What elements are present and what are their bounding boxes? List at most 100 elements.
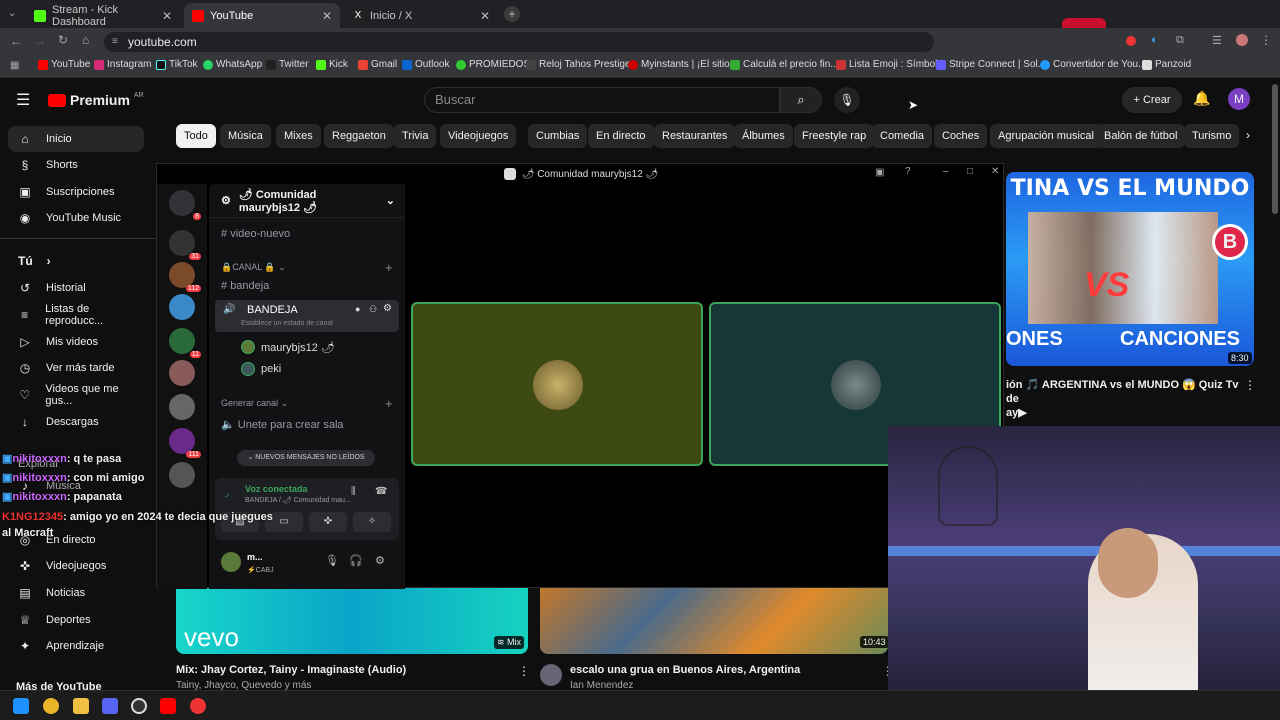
sidebar-item-listas[interactable]: ≡ Listas de reproducc... bbox=[8, 302, 144, 328]
sidebar-item-historial[interactable]: ↺ Historial bbox=[8, 275, 144, 301]
channel-video-nuevo[interactable]: # video-nuevo bbox=[221, 228, 290, 240]
bookmark-kick[interactable]: Kick bbox=[316, 59, 348, 70]
bookmark-myinstants[interactable]: Myinstants | ¡El sitio... bbox=[628, 59, 738, 70]
soundboard-button[interactable]: ✧ bbox=[353, 512, 391, 532]
sidebar-item-inicio[interactable]: ⌂ Inicio bbox=[8, 126, 144, 152]
tab-youtube[interactable]: YouTube ✕ bbox=[184, 3, 340, 28]
bookmark-twitter[interactable]: Twitter bbox=[266, 59, 308, 70]
disconnect-icon[interactable]: ☎ bbox=[375, 486, 387, 497]
new-tab-plus-icon[interactable]: + bbox=[504, 6, 520, 22]
voice-tile-maurybjs12[interactable] bbox=[411, 302, 703, 466]
chip-trivia[interactable]: Trivia bbox=[394, 124, 437, 148]
menu-kebab-icon[interactable]: ⋮ bbox=[1260, 33, 1272, 47]
category-generar[interactable]: Generar canal ⌄ bbox=[221, 398, 288, 409]
headphones-icon[interactable]: 🎧 bbox=[349, 554, 363, 567]
search-button[interactable]: ⌕ bbox=[780, 87, 822, 113]
home-icon[interactable]: ⌂ bbox=[82, 33, 89, 47]
bookmark-gmail[interactable]: Gmail bbox=[358, 59, 397, 70]
extension-audio-icon[interactable]: ◖ bbox=[1150, 34, 1157, 46]
signal-icon[interactable]: ◞ bbox=[225, 488, 229, 499]
hamburger-menu-icon[interactable]: ☰ bbox=[16, 90, 30, 110]
bookmark-youtube[interactable]: YouTube bbox=[38, 59, 90, 70]
voice-member[interactable]: peki bbox=[241, 362, 281, 376]
avatar[interactable]: M bbox=[1228, 88, 1250, 110]
microphone-icon[interactable]: 🎙 bbox=[325, 554, 339, 567]
chip-en-directo[interactable]: En directo bbox=[588, 124, 654, 148]
back-arrow-icon[interactable]: ← bbox=[10, 34, 22, 48]
forward-arrow-icon[interactable]: → bbox=[34, 34, 46, 48]
site-info-icon[interactable]: ≡ bbox=[112, 32, 118, 52]
chip-reggaeton[interactable]: Reggaeton bbox=[324, 124, 394, 148]
noise-suppression-icon[interactable]: ⫼ bbox=[351, 486, 356, 497]
minimize-icon[interactable]: – bbox=[943, 166, 949, 177]
close-icon[interactable]: ✕ bbox=[162, 9, 172, 23]
chip-cumbias[interactable]: Cumbias bbox=[528, 124, 588, 148]
sidebar-you-header[interactable]: Tú › bbox=[8, 248, 144, 274]
gear-icon[interactable]: ⚙ bbox=[375, 554, 385, 567]
channel-bandeja[interactable]: # bandeja bbox=[221, 280, 269, 292]
chip-coches[interactable]: Coches bbox=[934, 124, 988, 148]
bookmark-outlook[interactable]: Outlook bbox=[402, 59, 449, 70]
bookmark-convertidor[interactable]: Convertidor de You... bbox=[1040, 59, 1146, 70]
maximize-icon[interactable]: □ bbox=[967, 166, 973, 177]
add-channel-plus-icon[interactable]: + bbox=[385, 396, 393, 411]
bookmark-emoji[interactable]: Lista Emoji : Símbol... bbox=[836, 59, 946, 70]
server-header[interactable]: ⚙ 🌶 Comunidad maurybjs12 🌶 ⌄ bbox=[209, 184, 405, 218]
chip-restaurantes[interactable]: Restaurantes bbox=[654, 124, 736, 148]
bookmark-stripe[interactable]: Stripe Connect | Sol... bbox=[936, 59, 1046, 70]
unread-messages-pill[interactable]: ⌄ NUEVOS MENSAJES NO LEÍDOS bbox=[237, 450, 375, 466]
video-title[interactable]: Mix: Jhay Cortez, Tainy - Imaginaste (Au… bbox=[176, 664, 516, 676]
video-menu-kebab-icon[interactable]: ⋮ bbox=[1244, 378, 1256, 392]
address-bar[interactable]: ≡ youtube.com bbox=[104, 32, 934, 52]
add-member-icon[interactable]: ⚇ bbox=[369, 304, 377, 315]
video-thumbnail[interactable]: vevo ≋ Mix bbox=[176, 588, 528, 654]
close-icon[interactable]: ✕ bbox=[991, 166, 999, 177]
channel-avatar[interactable] bbox=[540, 664, 562, 686]
bookmark-promiedos[interactable]: PROMIEDOS bbox=[456, 59, 530, 70]
sidebar-item-me-gusta[interactable]: ♡ Videos que me gus... bbox=[8, 382, 144, 408]
bookmark-instagram[interactable]: Instagram bbox=[94, 59, 151, 70]
sidebar-item-youtube-music[interactable]: ◉ YouTube Music bbox=[8, 205, 144, 231]
obs-icon[interactable] bbox=[131, 698, 147, 714]
apps-grid-icon[interactable]: ▦ bbox=[10, 60, 19, 71]
close-icon[interactable]: ✕ bbox=[480, 9, 490, 23]
chip-balon-de-futbol[interactable]: Balón de fútbol bbox=[1096, 124, 1186, 148]
tab-list-chevron-icon[interactable]: ⌄ bbox=[8, 8, 16, 19]
help-icon[interactable]: ? bbox=[905, 166, 911, 177]
youtube-logo[interactable]: Premium AR bbox=[48, 92, 144, 108]
sidebar-item-ver-mas-tarde[interactable]: ◷ Ver más tarde bbox=[8, 355, 144, 381]
bookmark-reloj[interactable]: Reloj Tahos Prestige... bbox=[526, 59, 639, 70]
reading-list-icon[interactable]: ☰ bbox=[1212, 34, 1222, 47]
create-button[interactable]: + Crear bbox=[1122, 87, 1182, 113]
sidebar-item-videojuegos[interactable]: ✜ Videojuegos bbox=[8, 553, 144, 579]
folder-icon[interactable] bbox=[73, 698, 89, 714]
windows-icon[interactable] bbox=[13, 698, 29, 714]
server-icon[interactable] bbox=[169, 394, 195, 420]
video-thumbnail[interactable]: 10:43 bbox=[540, 588, 888, 654]
sidebar-item-suscripciones[interactable]: ▣ Suscripciones bbox=[8, 179, 144, 205]
profile-icon[interactable] bbox=[1236, 34, 1248, 46]
server-icon[interactable] bbox=[169, 360, 195, 386]
discord-home-icon[interactable]: 8 bbox=[169, 190, 201, 220]
video-thumbnail[interactable]: TINA VS EL MUNDO VS B ONES CANCIONES 8:3… bbox=[1006, 172, 1254, 366]
server-icon[interactable]: 112 bbox=[169, 262, 201, 292]
category-canal[interactable]: 🔒CANAL 🔒 ⌄ bbox=[221, 262, 286, 273]
video-menu-kebab-icon[interactable]: ⋮ bbox=[518, 664, 530, 678]
server-icon[interactable]: 11 bbox=[169, 328, 201, 358]
bookmark-whatsapp[interactable]: WhatsApp bbox=[203, 59, 262, 70]
extensions-puzzle-icon[interactable]: ⧉ bbox=[1176, 34, 1184, 47]
bell-icon[interactable]: 🔔 bbox=[1193, 90, 1210, 107]
server-icon[interactable] bbox=[169, 462, 195, 488]
video-title[interactable]: escalo una grua en Buenos Aires, Argenti… bbox=[570, 664, 880, 676]
chip-musica[interactable]: Música bbox=[220, 124, 271, 148]
channel-unete-para-crear[interactable]: 🔈 Unete para crear sala bbox=[221, 418, 344, 431]
close-icon[interactable]: ✕ bbox=[322, 9, 332, 23]
tab-kick-dashboard[interactable]: Stream - Kick Dashboard ✕ bbox=[26, 3, 180, 28]
voice-member[interactable]: maurybjs12 🌶 bbox=[241, 340, 335, 354]
add-channel-plus-icon[interactable]: + bbox=[385, 260, 393, 275]
video-title[interactable]: ión 🎵 ARGENTINA vs el MUNDO 😱 Quiz Tv de… bbox=[1006, 378, 1246, 420]
chat-bubble-icon[interactable]: ● bbox=[355, 304, 360, 314]
gear-icon[interactable]: ⚙ bbox=[383, 303, 392, 314]
server-icon[interactable]: 111 bbox=[169, 428, 201, 458]
tab-x[interactable]: X Inicio / X ✕ bbox=[344, 3, 498, 28]
